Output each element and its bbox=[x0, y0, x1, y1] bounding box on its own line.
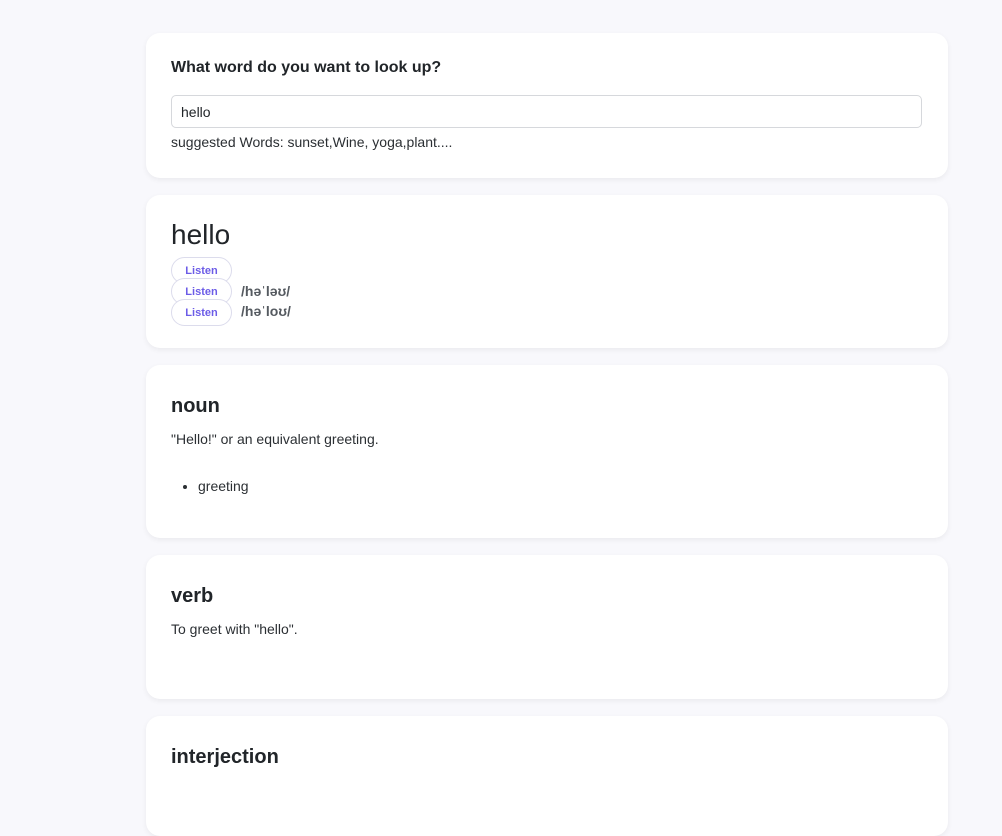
definition-text: To greet with "hello". bbox=[171, 621, 298, 637]
list-item: greeting bbox=[198, 478, 249, 494]
word-title: hello bbox=[171, 219, 231, 250]
word-card: hello Listen Listen /həˈləʊ/ Listen /həˈ… bbox=[146, 195, 948, 348]
synonym-list: greeting bbox=[171, 478, 249, 494]
search-question: What word do you want to look up? bbox=[171, 59, 442, 76]
search-card: What word do you want to look up? sugges… bbox=[146, 33, 948, 178]
meaning-card-noun: noun "Hello!" or an equivalent greeting.… bbox=[146, 365, 948, 538]
listen-button-us[interactable]: Listen bbox=[171, 299, 232, 326]
meaning-card-interjection: interjection bbox=[146, 716, 948, 836]
part-of-speech-heading: noun bbox=[171, 395, 220, 417]
part-of-speech-heading: verb bbox=[171, 585, 214, 607]
suggested-words: suggested Words: sunset,Wine, yoga,plant… bbox=[171, 134, 453, 150]
meaning-card-verb: verb To greet with "hello". bbox=[146, 555, 948, 699]
definition-text: "Hello!" or an equivalent greeting. bbox=[171, 431, 379, 447]
phonetic-uk: /həˈləʊ/ bbox=[241, 283, 291, 299]
search-input[interactable] bbox=[171, 95, 922, 128]
phonetic-us: /həˈloʊ/ bbox=[241, 303, 291, 319]
part-of-speech-heading: interjection bbox=[171, 746, 279, 768]
